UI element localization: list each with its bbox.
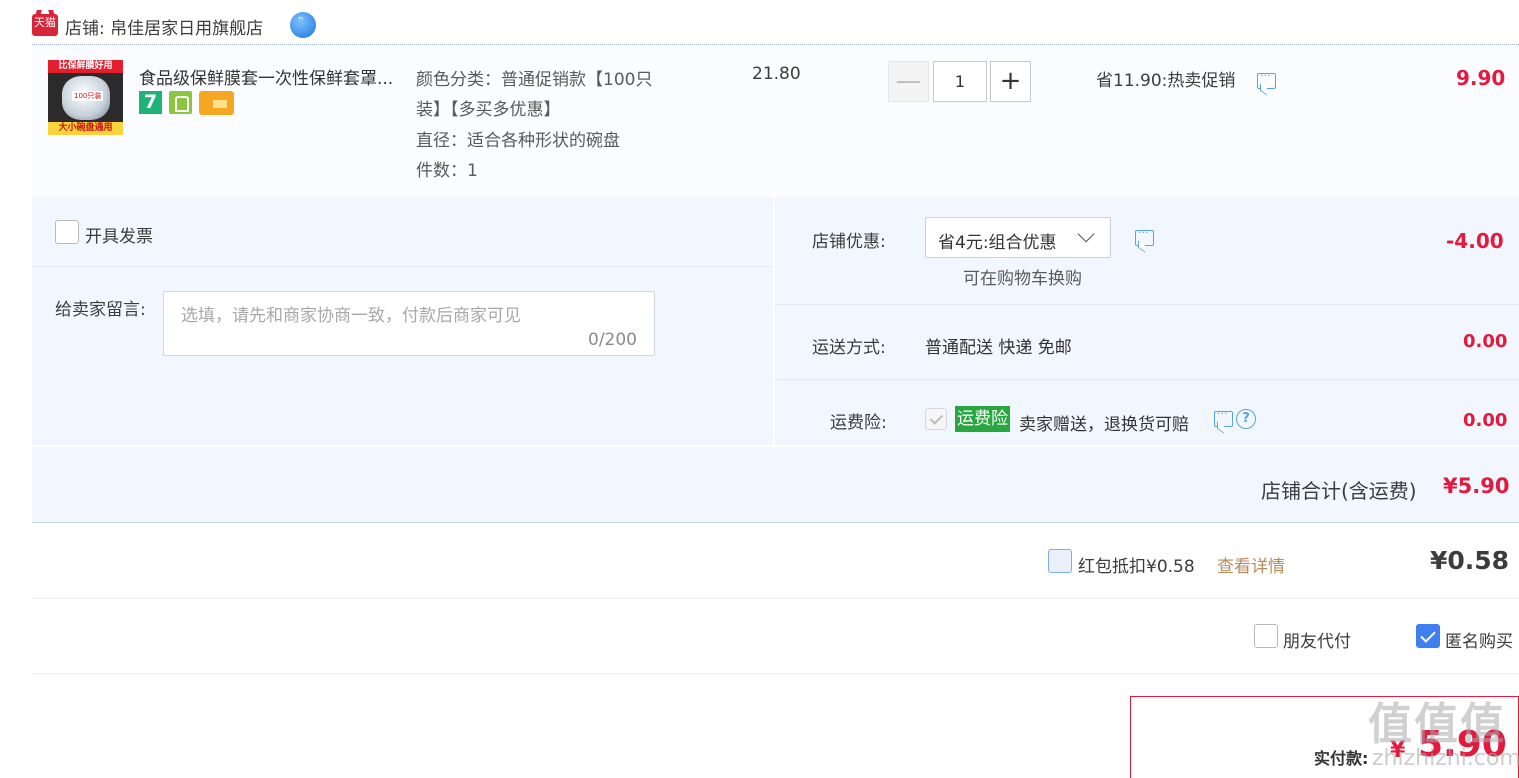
insurance-tag: 运费险 — [955, 406, 1010, 432]
thumb-bottom-text: 大小碗盘通用 — [48, 122, 123, 135]
promo-chat-icon[interactable] — [1257, 69, 1276, 89]
shipping-amount: 0.00 — [1463, 331, 1508, 352]
credit-card-icon[interactable] — [199, 91, 234, 115]
sku-line-1: 颜色分类：普通促销款【100只 — [416, 70, 653, 90]
quantity-input[interactable]: 1 — [933, 61, 987, 102]
unit-price: 21.80 — [752, 64, 801, 84]
product-thumbnail[interactable]: 比保鲜膜好用 100只装 大小碗盘通用 — [48, 60, 123, 135]
shipping-method: 普通配送 快递 免邮 — [925, 338, 1072, 358]
red-packet-label[interactable]: 红包抵扣¥0.58 — [1078, 552, 1195, 577]
seven-day-return-icon[interactable]: 7 — [139, 91, 162, 114]
red-packet-amount: ¥0.58 — [1430, 546, 1510, 575]
thumb-top-text: 比保鲜膜好用 — [48, 60, 123, 73]
insurance-chat-icon[interactable] — [1214, 407, 1233, 427]
invoice-label[interactable]: 开具发票 — [85, 222, 153, 247]
shop-discount-hint: 可在购物车换购 — [963, 269, 1082, 289]
help-icon[interactable]: ? — [1236, 409, 1256, 429]
item-subtotal: 9.90 — [1456, 66, 1506, 90]
shop-name[interactable]: 店铺: 帛佳居家日用旗舰店 — [65, 14, 263, 39]
anonymous-checkbox[interactable] — [1416, 624, 1440, 648]
watermark-url: zhizhizhi.com — [1372, 746, 1519, 771]
friend-pay-label[interactable]: 朋友代付 — [1283, 627, 1351, 652]
insurance-amount: 0.00 — [1463, 410, 1508, 431]
divider — [775, 379, 1519, 380]
divider — [775, 304, 1519, 305]
anonymous-label[interactable]: 匿名购买 — [1445, 627, 1513, 652]
shop-discount-label: 店铺优惠: — [812, 232, 886, 252]
quantity-decrease-button[interactable]: — — [888, 61, 929, 102]
shipping-label: 运送方式: — [812, 338, 886, 358]
thumb-count-text: 100只装 — [72, 91, 104, 101]
discount-chat-icon[interactable] — [1135, 226, 1154, 246]
insurance-desc: 卖家赠送，退换货可赔 — [1019, 415, 1189, 435]
item-title[interactable]: 食品级保鲜膜套一次性保鲜套罩... — [139, 64, 393, 89]
invoice-checkbox[interactable] — [55, 220, 79, 244]
divider — [32, 266, 773, 267]
insurance-label: 运费险: — [830, 413, 887, 433]
shop-discount-amount: -4.00 — [1446, 229, 1504, 253]
red-packet-checkbox[interactable] — [1048, 549, 1072, 573]
message-label: 给卖家留言: — [55, 300, 146, 320]
friend-pay-checkbox[interactable] — [1254, 624, 1278, 648]
shop-total-label: 店铺合计(含运费) — [1261, 479, 1417, 503]
item-promo: 省11.90:热卖促销 — [1096, 71, 1236, 91]
insurance-checkbox — [925, 408, 947, 430]
sku-line-2: 装】【多买多优惠】 — [416, 100, 561, 120]
divider — [32, 598, 1519, 599]
watermark: 值值值 — [1368, 699, 1506, 750]
message-counter: 0/200 — [588, 330, 637, 350]
guarantee-icon[interactable] — [169, 91, 192, 114]
sku-line-3: 直径：适合各种形状的碗盘 — [416, 131, 620, 151]
sku-line-4: 件数：1 — [416, 161, 478, 181]
shop-total-amount: ¥5.90 — [1443, 474, 1510, 498]
shop-discount-selected[interactable]: 省4元:组合优惠 — [938, 228, 1057, 253]
payment-label: 实付款: — [1314, 749, 1369, 768]
tmall-logo: 天猫 — [32, 14, 58, 36]
quantity-increase-button[interactable]: + — [990, 61, 1031, 102]
red-packet-details-link[interactable]: 查看详情 — [1217, 552, 1285, 577]
wangwang-chat-icon[interactable] — [290, 12, 316, 38]
divider — [32, 673, 1519, 674]
message-placeholder: 选填，请先和商家协商一致，付款后商家可见 — [181, 306, 521, 326]
